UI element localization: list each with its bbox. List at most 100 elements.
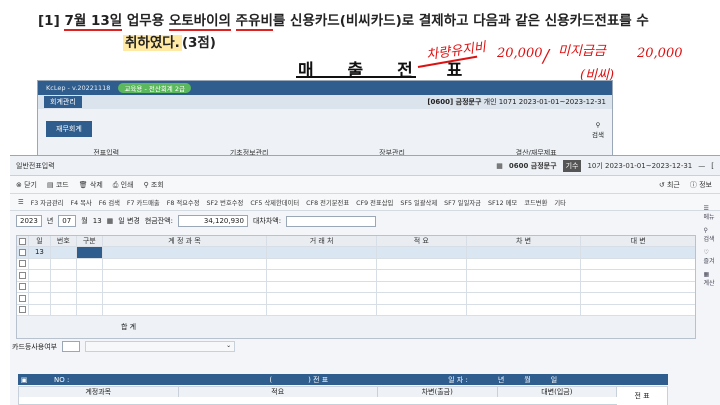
fn-edit-number[interactable]: SF2 번호수정 bbox=[207, 198, 244, 207]
table-row[interactable] bbox=[17, 281, 695, 293]
row-account[interactable] bbox=[103, 247, 268, 258]
row-check[interactable] bbox=[17, 304, 29, 315]
calendar-icon[interactable]: ▦ bbox=[107, 217, 114, 225]
fn-copy[interactable]: F4 복사 bbox=[70, 198, 91, 207]
row-cell[interactable] bbox=[581, 293, 695, 304]
row-cell[interactable] bbox=[29, 281, 51, 292]
bg-search[interactable]: ⚲ 검색 bbox=[592, 121, 604, 139]
row-cell[interactable] bbox=[77, 293, 103, 304]
row-cell[interactable] bbox=[103, 270, 268, 281]
row-cell[interactable] bbox=[51, 270, 77, 281]
row-cell[interactable] bbox=[77, 270, 103, 281]
row-credit[interactable] bbox=[581, 247, 695, 258]
day-change-button[interactable]: 일 변경 bbox=[118, 216, 140, 226]
row-cell[interactable] bbox=[581, 305, 695, 316]
print-button[interactable]: ⎙ 인쇄 bbox=[113, 180, 134, 190]
row-cell[interactable] bbox=[267, 281, 377, 292]
fn-deleted-data[interactable]: CF5 삭제한데이터 bbox=[250, 198, 299, 207]
row-cell[interactable] bbox=[29, 304, 51, 315]
row-cell[interactable] bbox=[581, 259, 695, 270]
row-cell[interactable] bbox=[377, 258, 467, 269]
row-memo[interactable] bbox=[377, 247, 467, 258]
fn-card-sales[interactable]: F7 카드매출 bbox=[127, 198, 160, 207]
minimize-icon[interactable]: — bbox=[698, 162, 705, 170]
code-button[interactable]: ▤ 코드 bbox=[47, 180, 69, 190]
row-cell[interactable] bbox=[29, 258, 51, 269]
sidebar-menu[interactable]: ☰ 메뉴 bbox=[703, 205, 714, 221]
sidebar-favorites[interactable]: ♡ 즐겨 bbox=[703, 249, 714, 265]
row-cell[interactable] bbox=[103, 281, 268, 292]
sidebar-search[interactable]: ⚲ 검색 bbox=[703, 227, 714, 243]
fn-edit-memo[interactable]: F8 적요수정 bbox=[167, 198, 200, 207]
fn-prior-slip[interactable]: CF8 전기분전표 bbox=[306, 198, 349, 207]
row-cell[interactable] bbox=[103, 293, 268, 304]
row-cell[interactable] bbox=[51, 293, 77, 304]
row-cell[interactable] bbox=[467, 293, 582, 304]
row-debit[interactable] bbox=[467, 247, 582, 258]
day-input[interactable]: 13 bbox=[93, 217, 102, 225]
header-check[interactable] bbox=[17, 236, 29, 246]
year-input[interactable]: 2023 bbox=[16, 215, 42, 227]
card-usage-select[interactable]: ⌄ bbox=[85, 341, 236, 352]
row-check[interactable] bbox=[17, 281, 29, 292]
fn-insert-slip[interactable]: CF9 전표삽입 bbox=[356, 198, 393, 207]
row-check[interactable] bbox=[17, 258, 29, 269]
table-row[interactable] bbox=[17, 270, 695, 282]
slip-print-button[interactable]: 전 표 bbox=[617, 387, 667, 405]
table-row[interactable] bbox=[17, 258, 695, 270]
delete-button[interactable]: 🗑 삭제 bbox=[79, 180, 103, 190]
row-cell[interactable] bbox=[377, 270, 467, 281]
fn-memo[interactable]: SF12 메모 bbox=[488, 198, 517, 207]
fn-other[interactable]: 기타 bbox=[554, 198, 566, 207]
fn-code-convert[interactable]: 코드변환 bbox=[524, 198, 547, 207]
row-cell[interactable] bbox=[467, 258, 582, 269]
bg-tab-accounting[interactable]: 회계관리 bbox=[44, 96, 82, 108]
row-cell[interactable] bbox=[51, 304, 77, 315]
table-row[interactable]: 13 bbox=[17, 247, 695, 259]
sidebar-calc[interactable]: ▦ 계산 bbox=[703, 271, 714, 287]
menu-icon[interactable]: ☰ bbox=[18, 199, 24, 206]
fn-daily-fund[interactable]: SF7 일일자금 bbox=[444, 198, 481, 207]
recent-button[interactable]: ↺ 최근 bbox=[659, 180, 680, 190]
row-type[interactable] bbox=[76, 247, 103, 258]
row-cell[interactable] bbox=[267, 270, 377, 281]
row-cell[interactable] bbox=[377, 281, 467, 292]
row-cell[interactable] bbox=[103, 258, 268, 269]
row-cell[interactable] bbox=[581, 270, 695, 281]
row-cell[interactable] bbox=[51, 281, 77, 292]
row-cell[interactable] bbox=[29, 293, 51, 304]
row-cell[interactable] bbox=[467, 270, 582, 281]
row-cell[interactable] bbox=[77, 304, 103, 315]
row-day[interactable]: 13 bbox=[29, 247, 51, 258]
info-button[interactable]: ⓘ 정보 bbox=[690, 180, 712, 190]
row-cell[interactable] bbox=[103, 304, 268, 315]
row-number[interactable] bbox=[51, 247, 77, 258]
row-cell[interactable] bbox=[267, 304, 377, 315]
row-check[interactable] bbox=[17, 247, 29, 258]
row-check[interactable] bbox=[17, 270, 29, 281]
row-check[interactable] bbox=[17, 293, 29, 304]
fn-search[interactable]: F6 검색 bbox=[99, 198, 120, 207]
row-cell[interactable] bbox=[377, 293, 467, 304]
table-row[interactable] bbox=[17, 293, 695, 305]
fn-bulk-delete[interactable]: SF5 일괄삭제 bbox=[400, 198, 437, 207]
row-cell[interactable] bbox=[77, 281, 103, 292]
row-cell[interactable] bbox=[29, 270, 51, 281]
row-vendor[interactable] bbox=[267, 247, 377, 258]
row-cell[interactable] bbox=[51, 258, 77, 269]
card-usage-code[interactable] bbox=[62, 341, 81, 352]
table-row[interactable] bbox=[17, 304, 695, 316]
row-cell[interactable] bbox=[267, 293, 377, 304]
month-select[interactable]: 07 bbox=[58, 215, 77, 227]
fn-fund[interactable]: F3 자금관리 bbox=[31, 198, 64, 207]
close-button[interactable]: ⊗ 닫기 bbox=[16, 180, 37, 190]
bg-menu-finance[interactable]: 재무회계 bbox=[46, 121, 92, 137]
row-cell[interactable] bbox=[467, 281, 582, 292]
query-button[interactable]: ⚲ 조회 bbox=[144, 180, 164, 190]
row-cell[interactable] bbox=[377, 304, 467, 315]
row-cell[interactable] bbox=[77, 258, 103, 269]
row-cell[interactable] bbox=[267, 258, 377, 269]
restore-icon[interactable]: [ bbox=[711, 162, 714, 170]
row-cell[interactable] bbox=[581, 282, 695, 293]
row-cell[interactable] bbox=[467, 304, 582, 315]
